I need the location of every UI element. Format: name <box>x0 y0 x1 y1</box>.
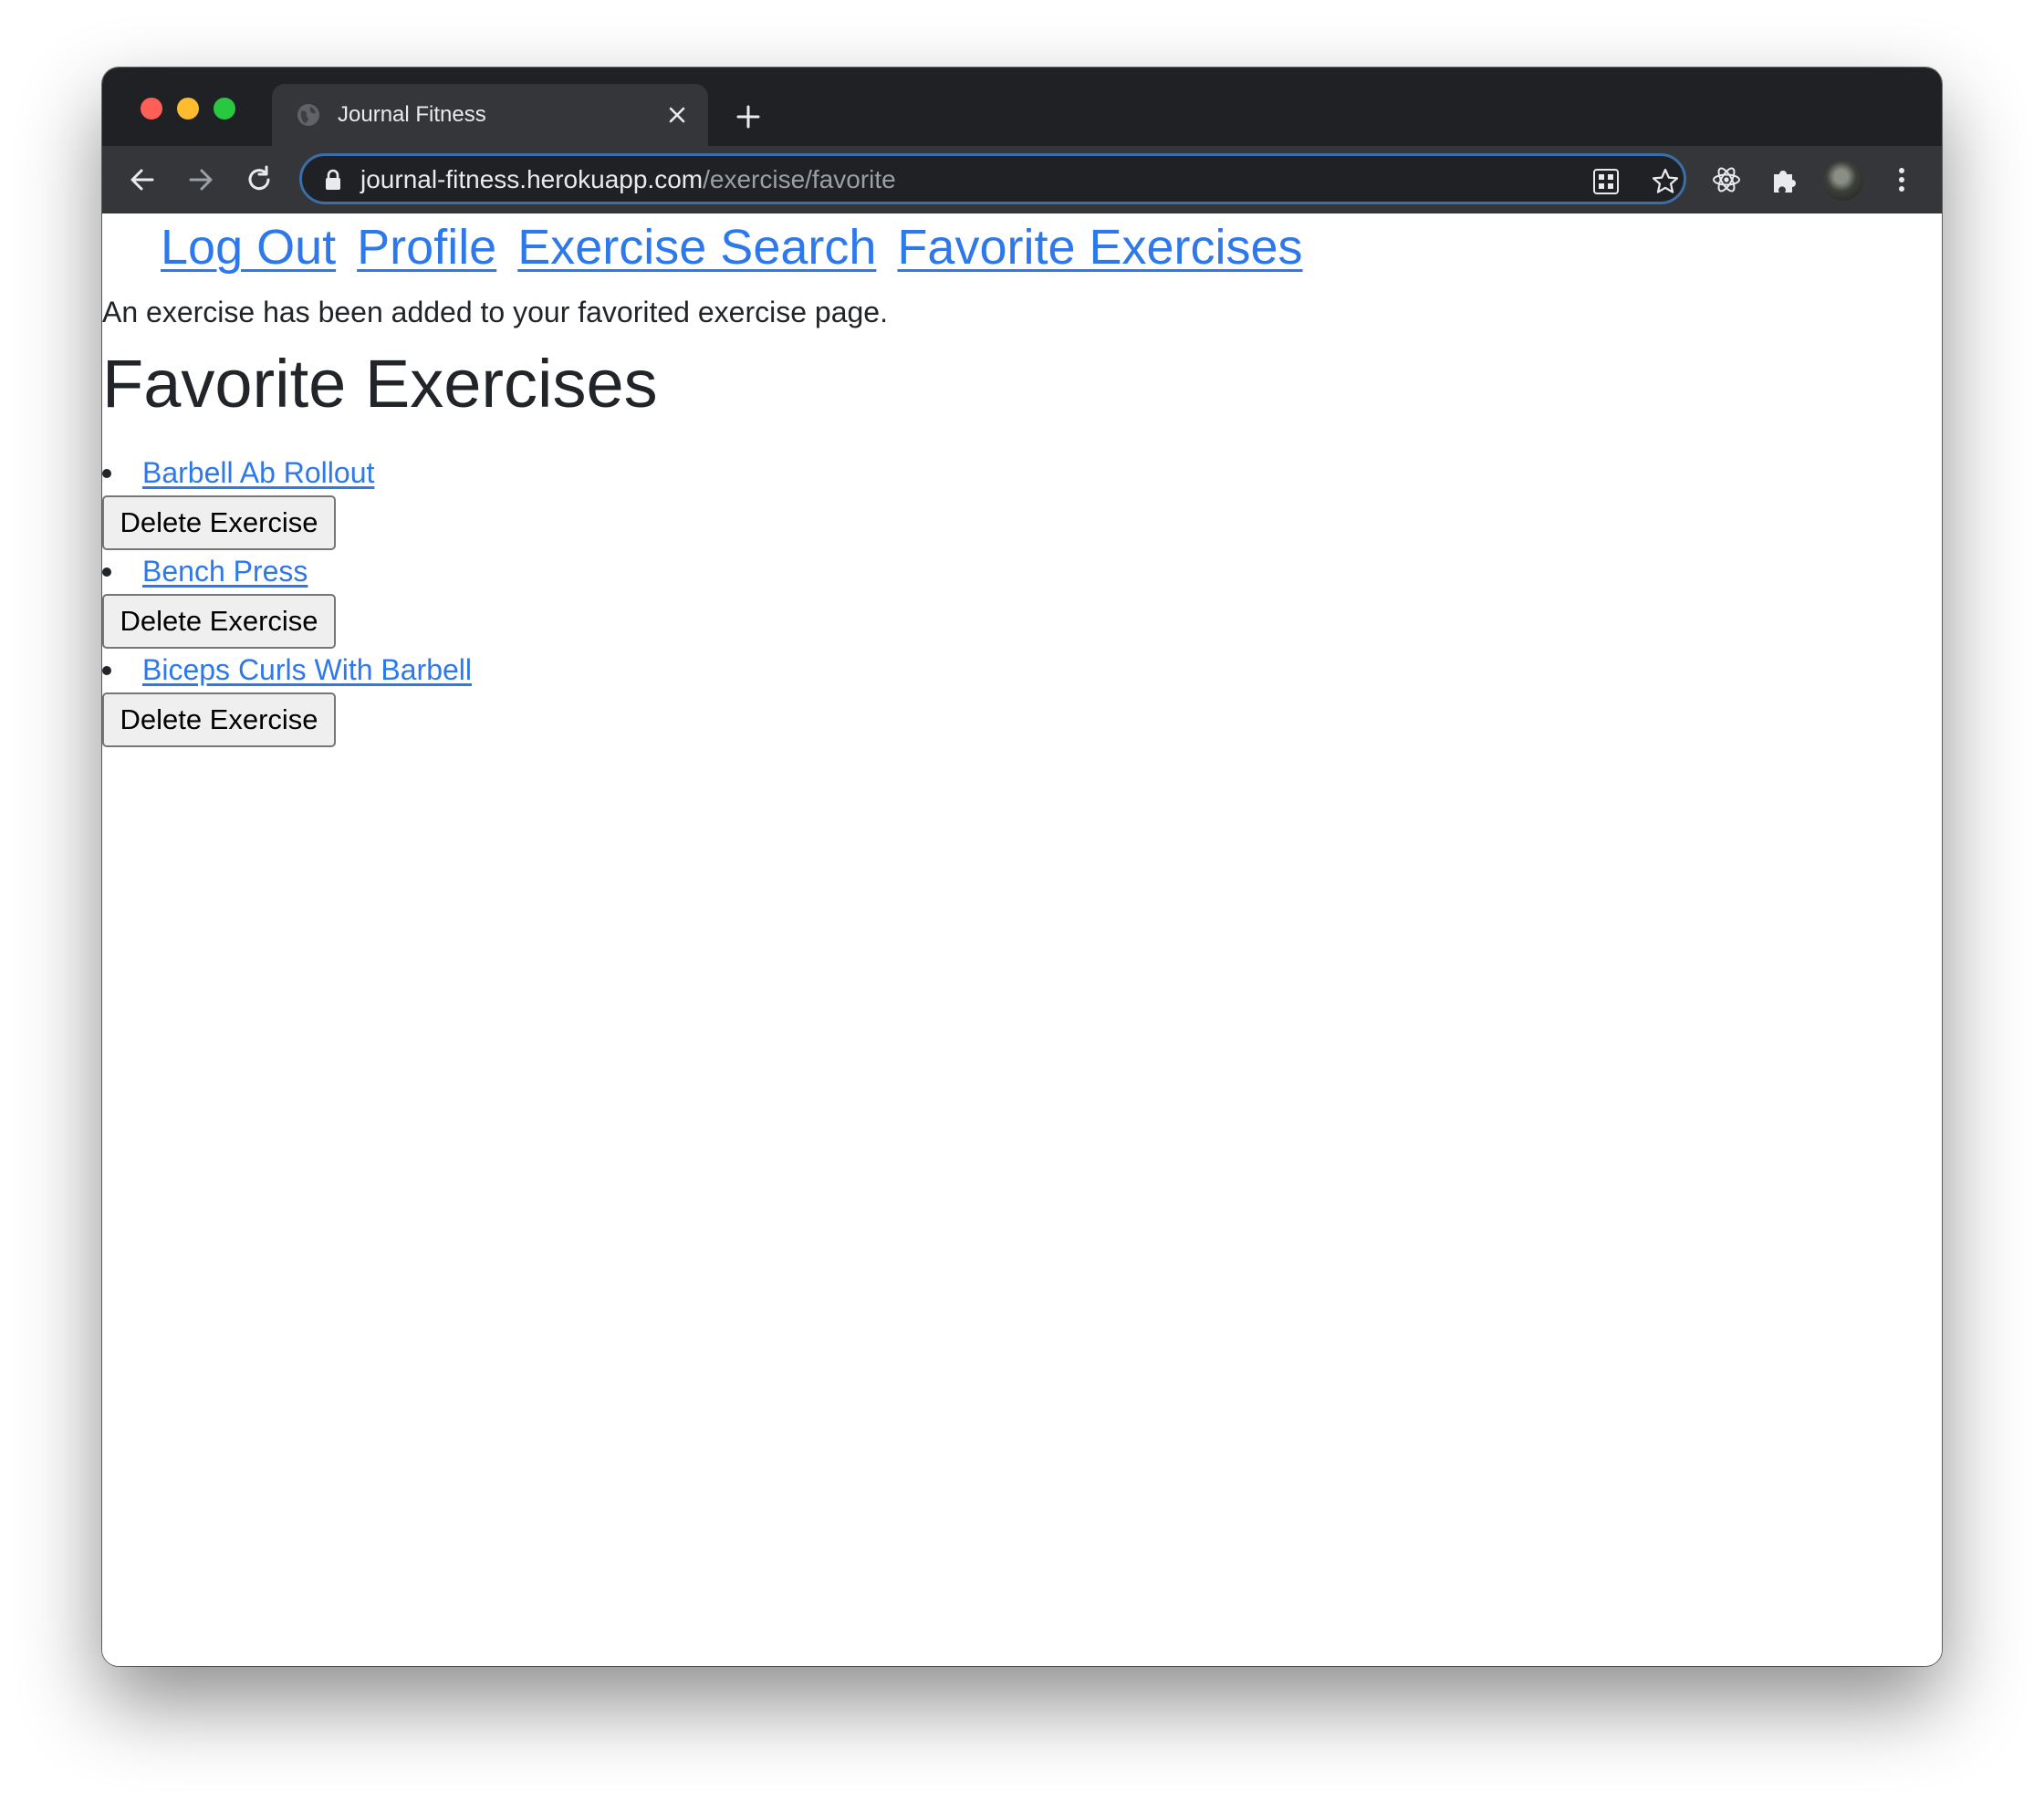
exercise-link[interactable]: Biceps Curls With Barbell <box>142 650 472 690</box>
browser-toolbar: journal-fitness.herokuapp.com/exercise/f… <box>102 146 1942 213</box>
flash-message: An exercise has been added to your favor… <box>102 296 888 328</box>
profile-link[interactable]: Profile <box>357 220 496 275</box>
logout-link[interactable]: Log Out <box>161 220 336 275</box>
lock-icon[interactable] <box>322 168 344 192</box>
url-host: journal-fitness.herokuapp.com <box>360 165 704 193</box>
maximize-window-button[interactable] <box>214 98 235 120</box>
page-content: Log Out Profile Exercise Search Favorite… <box>102 213 1942 1666</box>
address-bar[interactable]: journal-fitness.herokuapp.com/exercise/f… <box>299 153 1686 204</box>
minimize-window-button[interactable] <box>177 98 199 120</box>
bullet <box>102 567 111 577</box>
exercise-link[interactable]: Barbell Ab Rollout <box>142 453 374 493</box>
globe-icon <box>297 104 319 126</box>
qr-code-icon[interactable] <box>1591 167 1621 196</box>
close-window-button[interactable] <box>141 98 162 120</box>
forward-arrow-icon[interactable] <box>184 163 217 196</box>
tab-journal-fitness[interactable]: Journal Fitness <box>272 84 708 146</box>
url-text[interactable]: journal-fitness.herokuapp.com/exercise/f… <box>360 166 896 193</box>
reload-icon[interactable] <box>243 163 276 196</box>
exercise-link[interactable]: Bench Press <box>142 551 308 591</box>
react-devtools-icon[interactable] <box>1710 163 1743 196</box>
delete-exercise-button[interactable]: Delete Exercise <box>102 692 336 747</box>
delete-exercise-button[interactable]: Delete Exercise <box>102 594 336 649</box>
browser-window: Journal Fitness journal-fitness.herokuap… <box>102 68 1942 1666</box>
close-icon[interactable] <box>662 100 692 130</box>
list-item: Biceps Curls With Barbell Delete Exercis… <box>102 650 1015 748</box>
bullet <box>102 469 111 478</box>
bullet <box>102 666 111 675</box>
profile-avatar[interactable] <box>1823 161 1863 201</box>
url-path: /exercise/favorite <box>703 165 896 193</box>
delete-exercise-button[interactable]: Delete Exercise <box>102 495 336 550</box>
top-nav: Log Out Profile Exercise Search Favorite… <box>161 217 1310 277</box>
plus-icon[interactable] <box>732 100 765 133</box>
puzzle-icon[interactable] <box>1768 163 1801 196</box>
star-icon[interactable] <box>1651 167 1680 196</box>
list-item: Barbell Ab Rollout Delete Exercise <box>102 453 1015 551</box>
favorites-list: Barbell Ab Rollout Delete Exercise Bench… <box>102 453 1015 748</box>
list-item: Bench Press Delete Exercise <box>102 551 1015 650</box>
back-arrow-icon[interactable] <box>126 163 159 196</box>
page-title: Favorite Exercises <box>102 346 658 422</box>
kebab-menu-icon[interactable] <box>1885 163 1918 196</box>
favorite-exercises-link[interactable]: Favorite Exercises <box>897 220 1302 275</box>
tab-strip: Journal Fitness <box>102 68 1942 146</box>
tab-title: Journal Fitness <box>338 102 486 127</box>
exercise-search-link[interactable]: Exercise Search <box>517 220 876 275</box>
